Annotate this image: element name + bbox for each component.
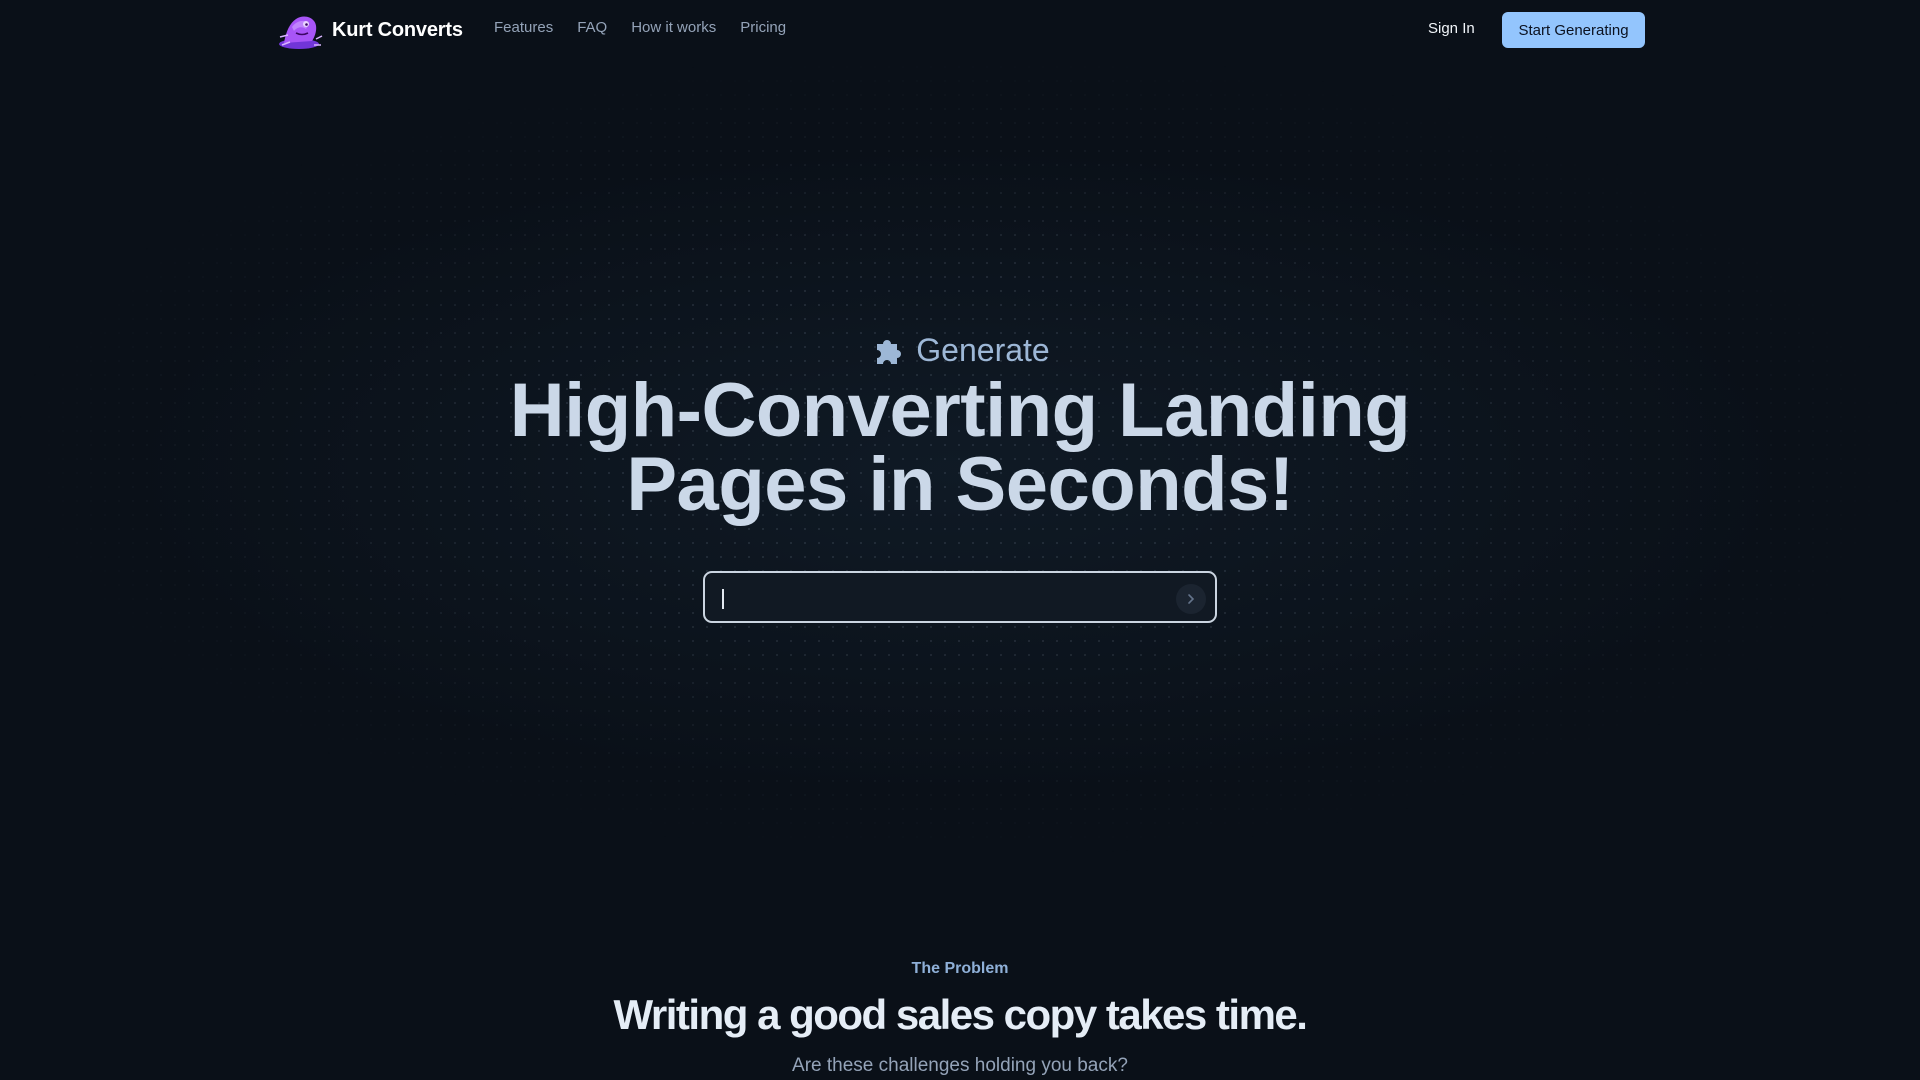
nav-faq[interactable]: FAQ (577, 19, 607, 36)
brand-logo-link[interactable]: Kurt Converts (276, 9, 463, 51)
hero-title-line-1: High-Converting Landing (509, 368, 1411, 453)
problem-section-label: The Problem (911, 960, 1009, 977)
chevron-right-icon (1188, 594, 1195, 604)
prompt-box (703, 571, 1217, 623)
start-generating-button[interactable]: Start Generating (1502, 12, 1645, 48)
hero-title-line-2: Pages in Seconds! (626, 442, 1294, 527)
puzzle-icon (877, 339, 902, 364)
text-caret (722, 589, 724, 609)
hero-title: High-Converting Landing Pages in Seconds… (0, 373, 1920, 523)
prompt-submit-button[interactable] (1176, 584, 1206, 614)
sign-in-link[interactable]: Sign In (1428, 20, 1475, 37)
site-header: Kurt Converts Features FAQ How it works … (0, 0, 1920, 60)
primary-nav: Features FAQ How it works Pricing (494, 19, 786, 36)
hero-eyebrow-text: Generate (916, 332, 1050, 368)
hero-eyebrow: Generate (0, 332, 1920, 369)
nav-features[interactable]: Features (494, 19, 553, 36)
brand-name: Kurt Converts (332, 18, 463, 41)
kurt-mascot-logo-icon (279, 16, 323, 49)
problem-section-subtitle: Are these challenges holding you back? (792, 1055, 1128, 1076)
nav-how-it-works[interactable]: How it works (631, 19, 716, 36)
prompt-input[interactable] (719, 579, 1159, 615)
problem-section-title: Writing a good sales copy takes time. (613, 991, 1308, 1038)
nav-pricing[interactable]: Pricing (740, 19, 786, 36)
